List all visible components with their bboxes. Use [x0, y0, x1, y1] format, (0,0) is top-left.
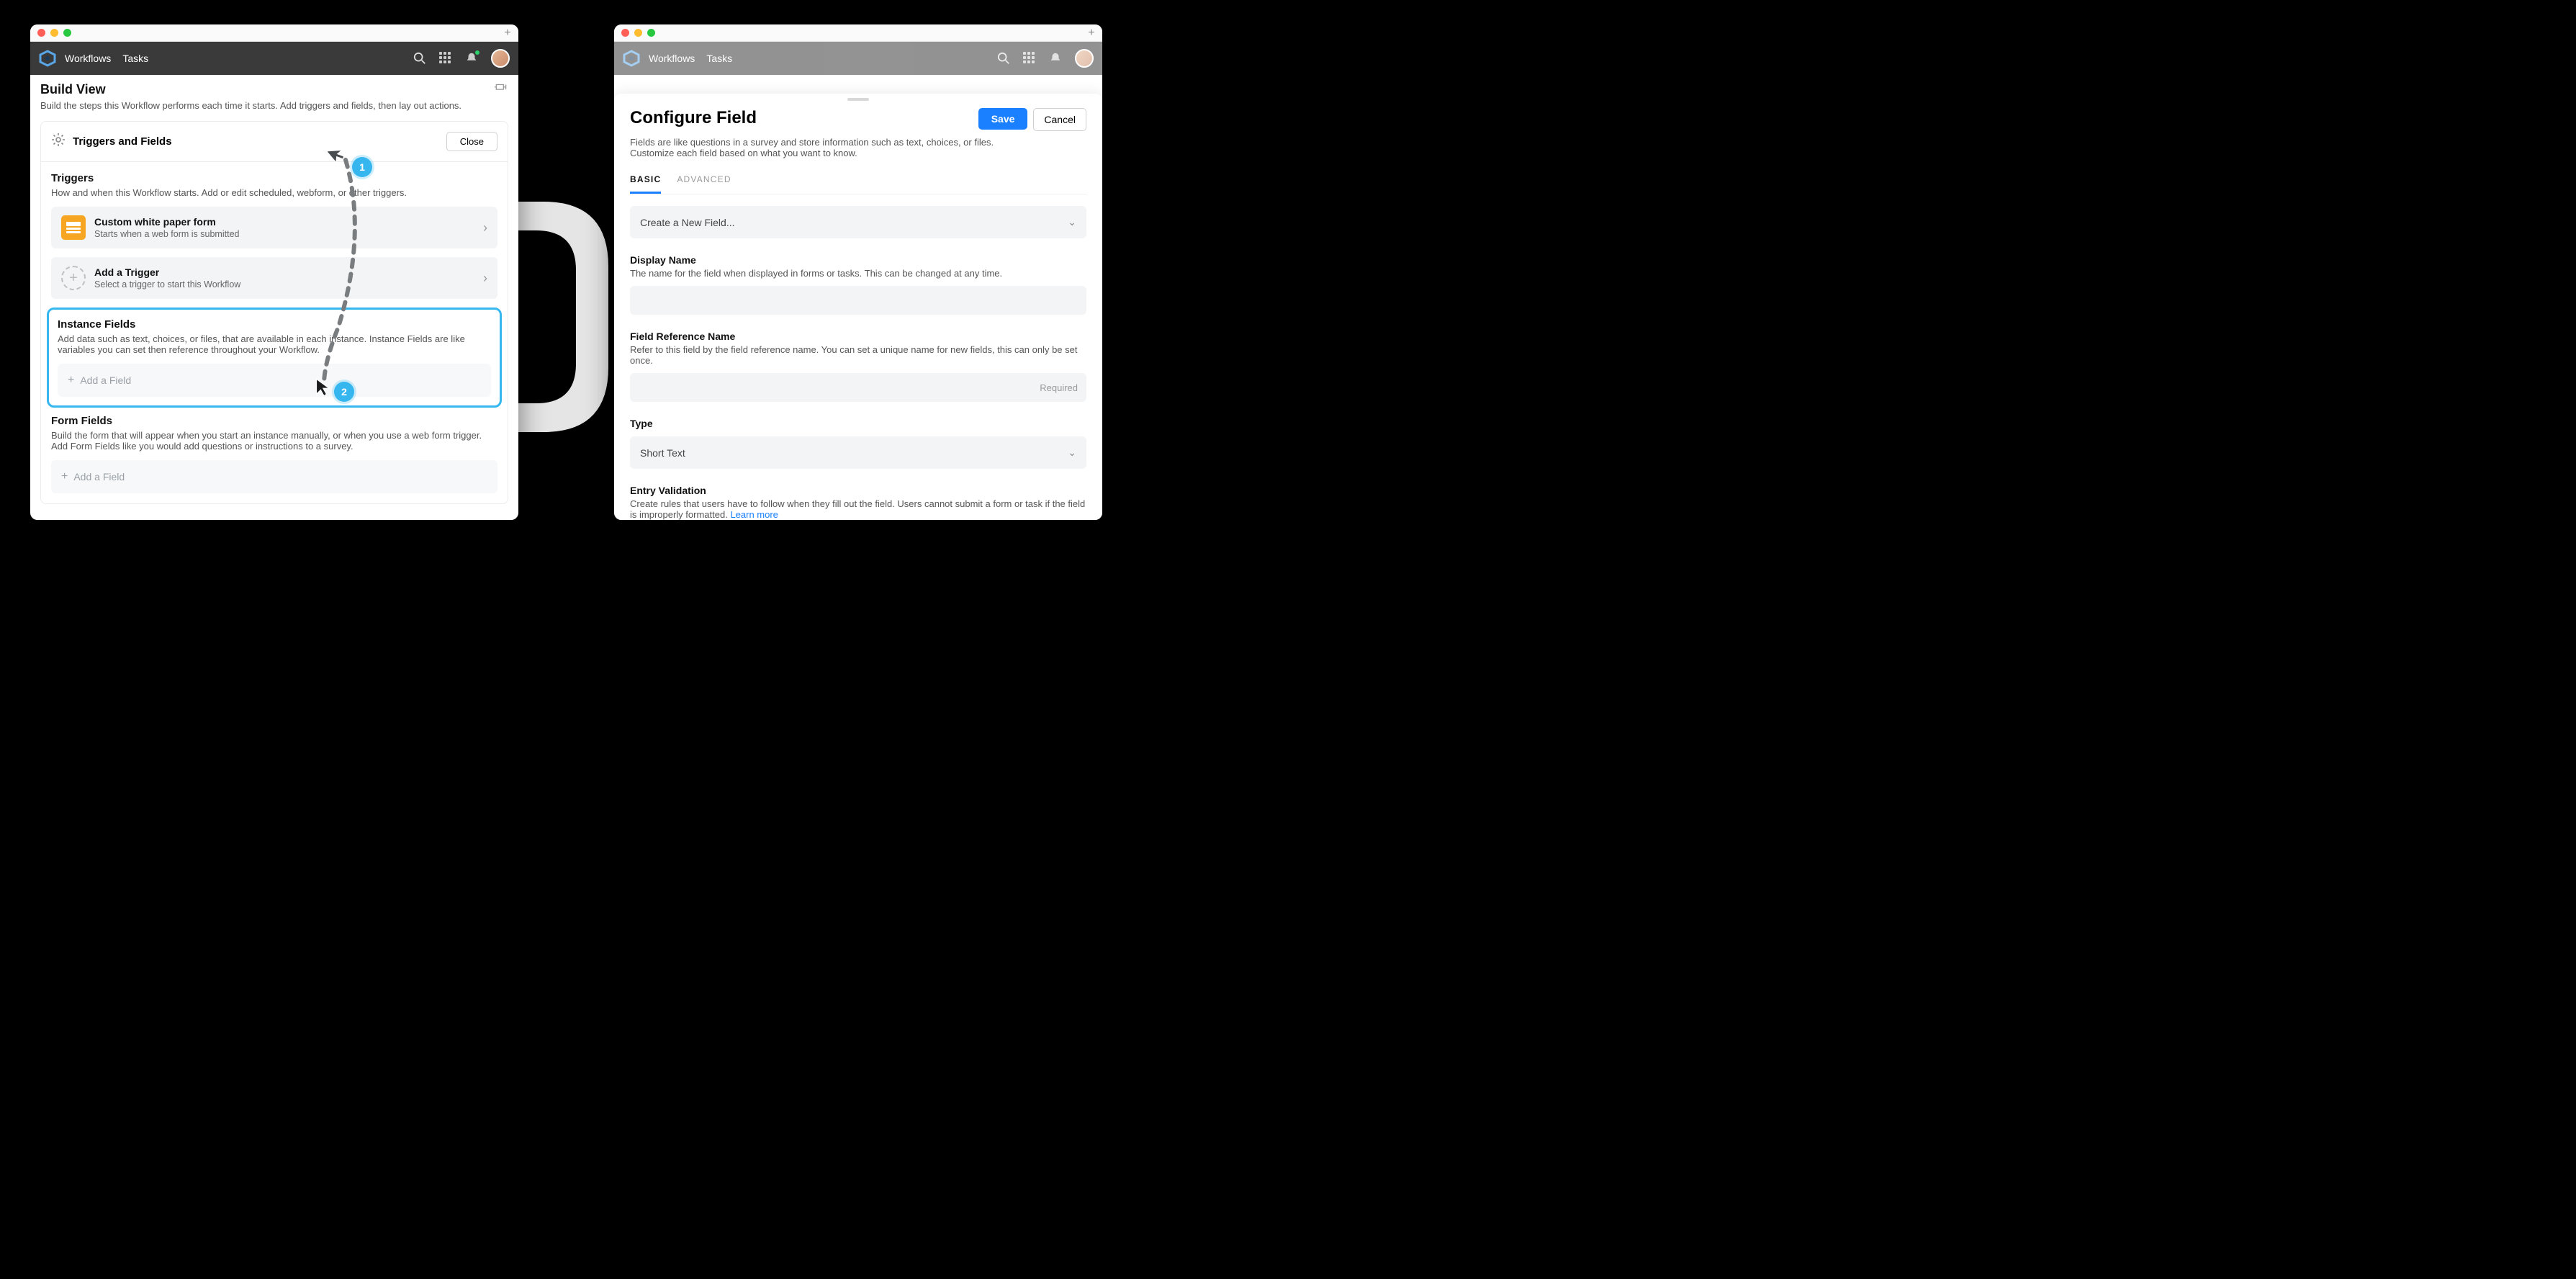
add-field-label: Add a Field	[73, 471, 125, 483]
cancel-button[interactable]: Cancel	[1033, 108, 1086, 131]
minimize-dot-icon[interactable]	[50, 29, 58, 37]
modal-title: Configure Field	[630, 108, 973, 128]
section-triggers-title: Triggers	[51, 172, 497, 184]
type-label: Type	[630, 418, 1086, 429]
top-nav: Workflows Tasks	[30, 42, 518, 75]
plus-icon: +	[68, 374, 74, 387]
zoom-dot-icon[interactable]	[63, 29, 71, 37]
new-tab-button[interactable]: +	[1085, 27, 1098, 40]
reference-name-label: Field Reference Name	[630, 331, 1086, 342]
traffic-lights	[37, 29, 71, 37]
arrow-path	[317, 147, 389, 406]
bell-icon[interactable]	[465, 52, 478, 65]
chevron-right-icon: ›	[483, 271, 487, 286]
learn-more-link[interactable]: Learn more	[730, 509, 778, 520]
close-button[interactable]: Close	[446, 132, 497, 151]
window-configure-field: + Workflows Tasks	[614, 24, 1102, 520]
add-form-field-button[interactable]: + Add a Field	[51, 460, 497, 493]
required-placeholder: Required	[1040, 382, 1078, 393]
cursor-arrow-icon	[328, 143, 348, 163]
triggers-fields-panel: Triggers and Fields Close Triggers How a…	[40, 121, 508, 504]
nav-tasks[interactable]: Tasks	[706, 53, 732, 64]
type-value: Short Text	[640, 447, 1068, 459]
chevron-down-icon: ⌄	[1068, 446, 1076, 459]
apps-icon[interactable]	[439, 52, 452, 65]
form-icon	[61, 215, 86, 240]
validation-sub: Create rules that users have to follow w…	[630, 498, 1086, 520]
tab-basic[interactable]: BASIC	[630, 174, 661, 194]
trigger-row-title: Custom white paper form	[94, 216, 474, 228]
panel-title: Triggers and Fields	[73, 135, 439, 148]
plus-icon: +	[61, 470, 68, 483]
apps-icon[interactable]	[1023, 52, 1036, 65]
add-instance-field-button[interactable]: + Add a Field	[58, 364, 491, 397]
step-bubble-2: 2	[334, 382, 354, 402]
create-field-select[interactable]: Create a New Field... ⌄	[630, 206, 1086, 238]
save-button[interactable]: Save	[978, 108, 1028, 130]
form-fields-sub: Build the form that will appear when you…	[51, 430, 497, 452]
add-field-label: Add a Field	[80, 374, 131, 386]
drag-handle-icon[interactable]	[847, 98, 869, 101]
modal-subtitle: Fields are like questions in a survey an…	[630, 137, 1033, 158]
instance-fields-highlight: Instance Fields Add data such as text, c…	[47, 308, 502, 408]
notification-dot-icon	[475, 50, 479, 55]
nav-tasks[interactable]: Tasks	[122, 53, 148, 64]
zoom-dot-icon[interactable]	[647, 29, 655, 37]
plus-dashed-icon: +	[61, 266, 86, 290]
app-logo-icon[interactable]	[623, 50, 640, 67]
cursor-pointer-icon	[314, 377, 334, 398]
close-dot-icon[interactable]	[37, 29, 45, 37]
close-dot-icon[interactable]	[621, 29, 629, 37]
trigger-row-sub: Starts when a web form is submitted	[94, 229, 474, 239]
form-fields-title: Form Fields	[51, 415, 497, 427]
app-logo-icon[interactable]	[39, 50, 56, 67]
tab-advanced[interactable]: ADVANCED	[677, 174, 731, 194]
window-build-view: + Workflows Tasks	[30, 24, 518, 520]
add-trigger-title: Add a Trigger	[94, 266, 474, 278]
bell-icon[interactable]	[1049, 52, 1062, 65]
validation-label: Entry Validation	[630, 485, 1086, 496]
avatar[interactable]	[1075, 49, 1094, 68]
traffic-lights	[621, 29, 655, 37]
top-nav: Workflows Tasks	[614, 42, 1102, 75]
page-title: Build View	[40, 82, 494, 97]
section-triggers-sub: How and when this Workflow starts. Add o…	[51, 187, 497, 198]
add-trigger-row[interactable]: + Add a Trigger Select a trigger to star…	[51, 257, 497, 299]
add-trigger-sub: Select a trigger to start this Workflow	[94, 279, 474, 290]
configure-field-modal: Configure Field Save Cancel Fields are l…	[614, 94, 1102, 520]
page-subtitle: Build the steps this Workflow performs e…	[40, 100, 494, 111]
trigger-row-webform[interactable]: Custom white paper form Starts when a we…	[51, 207, 497, 248]
chevron-right-icon: ›	[483, 220, 487, 235]
search-icon[interactable]	[997, 52, 1010, 65]
avatar[interactable]	[491, 49, 510, 68]
nav-workflows[interactable]: Workflows	[65, 53, 111, 64]
reference-name-sub: Refer to this field by the field referen…	[630, 344, 1086, 366]
display-name-label: Display Name	[630, 254, 1086, 266]
display-name-sub: The name for the field when displayed in…	[630, 268, 1086, 279]
rename-icon[interactable]	[494, 82, 508, 95]
display-name-input[interactable]	[630, 286, 1086, 315]
type-select[interactable]: Short Text ⌄	[630, 436, 1086, 469]
nav-workflows[interactable]: Workflows	[649, 53, 695, 64]
chevron-down-icon: ⌄	[1068, 216, 1076, 228]
titlebar: +	[30, 24, 518, 42]
reference-name-input[interactable]: Required	[630, 373, 1086, 402]
instance-fields-title: Instance Fields	[58, 318, 491, 331]
search-icon[interactable]	[413, 52, 426, 65]
select-label: Create a New Field...	[640, 217, 1068, 228]
new-tab-button[interactable]: +	[501, 27, 514, 40]
titlebar: +	[614, 24, 1102, 42]
minimize-dot-icon[interactable]	[634, 29, 642, 37]
tabs: BASIC ADVANCED	[630, 174, 1086, 194]
gear-icon	[51, 133, 66, 151]
step-bubble-1: 1	[352, 157, 372, 177]
instance-fields-sub: Add data such as text, choices, or files…	[58, 333, 491, 355]
